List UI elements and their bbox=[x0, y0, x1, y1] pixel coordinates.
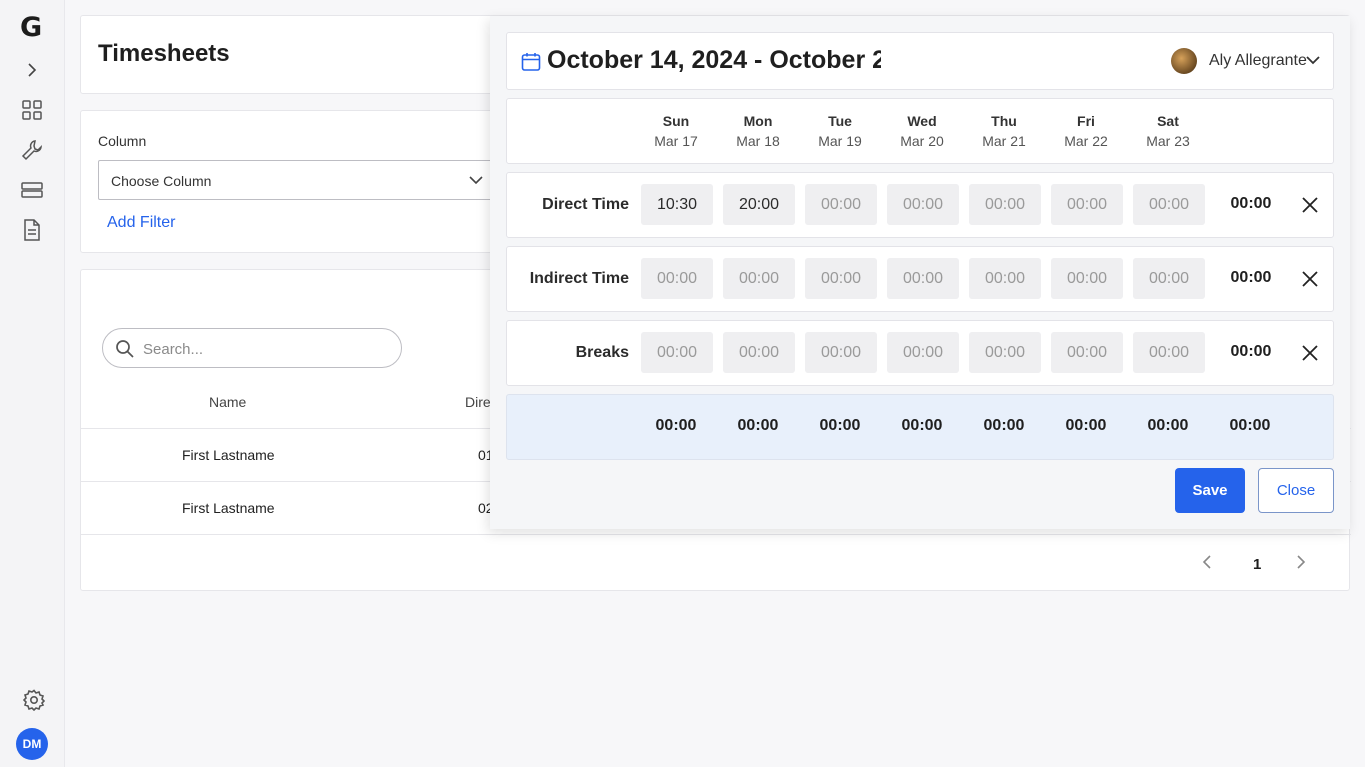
app-logo[interactable]: G bbox=[20, 12, 42, 43]
calendar-icon[interactable] bbox=[521, 52, 541, 77]
time-cell[interactable]: 10:30 bbox=[641, 184, 713, 225]
row-label: Direct Time bbox=[542, 196, 629, 213]
day-total: 00:00 bbox=[1065, 417, 1107, 434]
column-label: Column bbox=[98, 133, 147, 149]
row-total: 00:00 bbox=[1230, 195, 1272, 212]
time-cell[interactable]: 00:00 bbox=[1051, 184, 1123, 225]
day-header: Sat Mar 23 bbox=[1146, 113, 1190, 149]
row-total: 00:00 bbox=[1230, 269, 1272, 286]
document-icon[interactable] bbox=[20, 218, 44, 242]
modal-header: October 14, 2024 - October 20, 2024 Aly … bbox=[506, 32, 1334, 90]
save-button[interactable]: Save bbox=[1175, 468, 1245, 513]
close-icon[interactable] bbox=[1301, 270, 1319, 293]
column-select[interactable]: Choose Column bbox=[98, 160, 493, 200]
day-total: 00:00 bbox=[901, 417, 943, 434]
prev-page-icon[interactable] bbox=[1201, 554, 1213, 575]
day-total: 00:00 bbox=[1147, 417, 1189, 434]
user-select[interactable]: Aly Allegrante bbox=[1209, 52, 1307, 70]
timesheet-modal: October 14, 2024 - October 20, 2024 Aly … bbox=[490, 16, 1350, 529]
time-cell[interactable]: 00:00 bbox=[969, 332, 1041, 373]
chevron-down-icon bbox=[468, 173, 484, 189]
time-cell[interactable]: 00:00 bbox=[1133, 332, 1205, 373]
wrench-icon[interactable] bbox=[20, 138, 44, 162]
time-cell[interactable]: 00:00 bbox=[641, 332, 713, 373]
time-row-breaks: Breaks 00:00 00:00 00:00 00:00 00:00 00:… bbox=[506, 320, 1334, 386]
day-total: 00:00 bbox=[983, 417, 1025, 434]
row-total: 00:00 bbox=[1230, 343, 1272, 360]
chevron-right-icon[interactable] bbox=[20, 58, 44, 82]
time-cell[interactable]: 20:00 bbox=[723, 184, 795, 225]
search-placeholder: Search... bbox=[143, 341, 204, 358]
time-cell[interactable]: 00:00 bbox=[887, 258, 959, 299]
day-header: Tue Mar 19 bbox=[818, 113, 862, 149]
page-title: Timesheets bbox=[98, 40, 230, 67]
gear-icon[interactable] bbox=[22, 688, 46, 712]
column-header-direct[interactable]: Dire bbox=[465, 394, 491, 410]
day-header: Fri Mar 22 bbox=[1064, 113, 1108, 149]
table-row-name[interactable]: First Lastname bbox=[182, 447, 275, 463]
chevron-down-icon[interactable] bbox=[1305, 53, 1321, 71]
day-header: Mon Mar 18 bbox=[736, 113, 780, 149]
day-total: 00:00 bbox=[737, 417, 779, 434]
user-photo bbox=[1171, 48, 1197, 74]
time-cell[interactable]: 00:00 bbox=[1133, 258, 1205, 299]
time-cell[interactable]: 00:00 bbox=[723, 258, 795, 299]
time-cell[interactable]: 00:00 bbox=[887, 184, 959, 225]
add-filter-link[interactable]: Add Filter bbox=[107, 214, 175, 232]
divider bbox=[81, 534, 1351, 535]
time-cell[interactable]: 00:00 bbox=[805, 258, 877, 299]
search-icon bbox=[115, 339, 135, 364]
time-cell[interactable]: 00:00 bbox=[641, 258, 713, 299]
current-page[interactable]: 1 bbox=[1253, 556, 1261, 573]
day-total: 00:00 bbox=[819, 417, 861, 434]
day-header: Wed Mar 20 bbox=[900, 113, 944, 149]
column-select-value: Choose Column bbox=[111, 173, 212, 189]
time-cell[interactable]: 00:00 bbox=[969, 184, 1041, 225]
date-range[interactable]: October 14, 2024 - October 20, 2024 bbox=[547, 46, 881, 75]
sidebar: G DM bbox=[0, 0, 65, 767]
time-cell[interactable]: 00:00 bbox=[723, 332, 795, 373]
close-button[interactable]: Close bbox=[1258, 468, 1334, 513]
time-row-indirect: Indirect Time 00:00 00:00 00:00 00:00 00… bbox=[506, 246, 1334, 312]
grid-icon[interactable] bbox=[20, 98, 44, 122]
days-header: Sun Mar 17 Mon Mar 18 Tue Mar 19 Wed Mar 20 … bbox=[506, 98, 1334, 164]
time-cell[interactable]: 00:00 bbox=[969, 258, 1041, 299]
time-cell[interactable]: 00:00 bbox=[805, 184, 877, 225]
row-label: Breaks bbox=[575, 344, 629, 361]
next-page-icon[interactable] bbox=[1295, 554, 1307, 575]
search-input[interactable]: Search... bbox=[102, 328, 402, 368]
time-cell[interactable]: 00:00 bbox=[1051, 332, 1123, 373]
table-row-name[interactable]: First Lastname bbox=[182, 500, 275, 516]
grand-total: 00:00 bbox=[1229, 417, 1271, 434]
layers-icon[interactable] bbox=[20, 178, 44, 202]
time-row-direct: Direct Time 10:30 20:00 00:00 00:00 00:0… bbox=[506, 172, 1334, 238]
day-header: Thu Mar 21 bbox=[982, 113, 1026, 149]
time-cell[interactable]: 00:00 bbox=[1133, 184, 1205, 225]
time-cell[interactable]: 00:00 bbox=[805, 332, 877, 373]
totals-row: 00:00 00:00 00:00 00:00 00:00 00:00 00:0… bbox=[506, 394, 1334, 460]
user-avatar[interactable]: DM bbox=[16, 728, 48, 760]
close-icon[interactable] bbox=[1301, 344, 1319, 367]
time-cell[interactable]: 00:00 bbox=[887, 332, 959, 373]
close-icon[interactable] bbox=[1301, 196, 1319, 219]
day-total: 00:00 bbox=[655, 417, 697, 434]
row-label: Indirect Time bbox=[529, 270, 629, 287]
day-header: Sun Mar 17 bbox=[654, 113, 698, 149]
column-header-name[interactable]: Name bbox=[209, 394, 246, 410]
time-cell[interactable]: 00:00 bbox=[1051, 258, 1123, 299]
